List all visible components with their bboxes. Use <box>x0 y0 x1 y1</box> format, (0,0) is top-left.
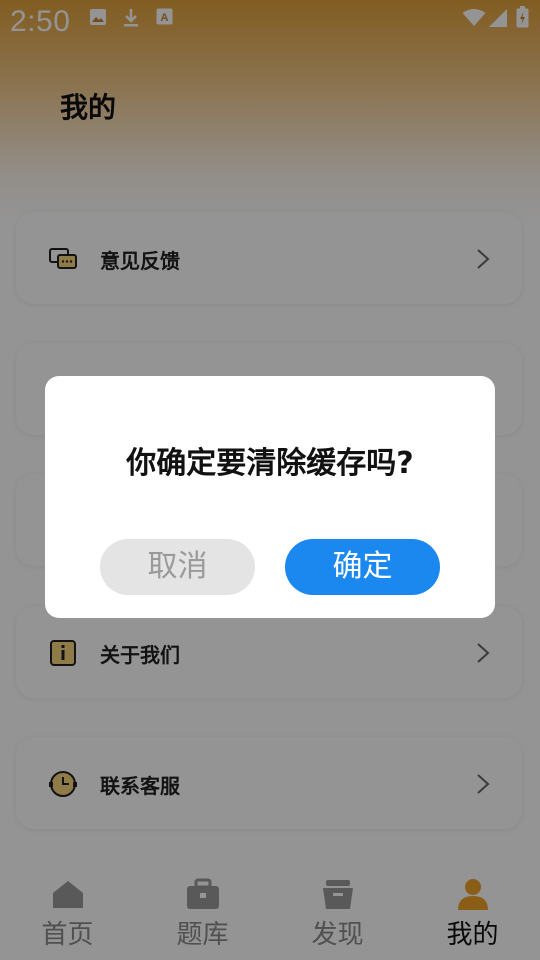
app-screen: 2:50 A 我的 意见反馈 关于我们 联系客服 首页 题库 发现 我的 你确定… <box>0 0 540 960</box>
clear-cache-dialog: 你确定要清除缓存吗? 取消 确定 <box>45 376 495 618</box>
dialog-message: 你确定要清除缓存吗? <box>126 446 414 481</box>
confirm-button[interactable]: 确定 <box>285 539 440 595</box>
cancel-button[interactable]: 取消 <box>100 539 255 595</box>
